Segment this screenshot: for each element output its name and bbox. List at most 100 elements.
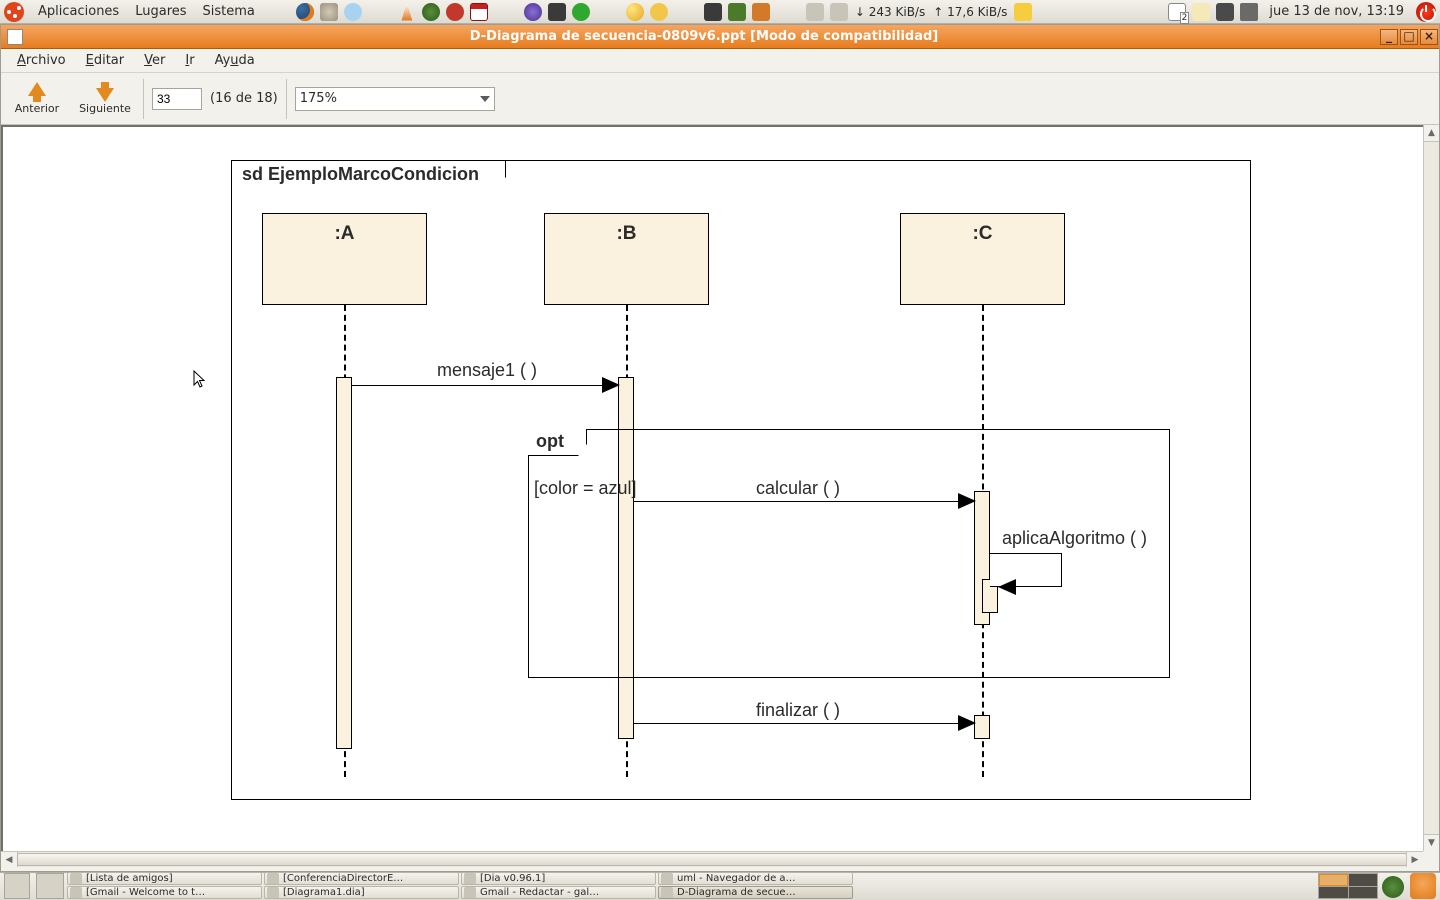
sd-frame: sd EjemploMarcoCondicion :A :B :C men	[231, 160, 1251, 800]
tomboy-icon[interactable]	[1192, 3, 1210, 21]
mail-badge: 2	[1180, 12, 1190, 24]
window-list-icon[interactable]	[36, 873, 64, 899]
mail-icon[interactable]: 2	[1168, 3, 1186, 21]
prev-page-button[interactable]: Anterior	[7, 75, 67, 123]
skype-icon[interactable]	[572, 3, 590, 21]
close-button[interactable]: ×	[1420, 29, 1438, 45]
evolution-icon[interactable]	[320, 3, 338, 21]
media-icon[interactable]	[548, 3, 566, 21]
menu-editar[interactable]: Editar	[76, 49, 135, 73]
menu-ver[interactable]: Ver	[134, 49, 175, 73]
next-page-button[interactable]: Siguiente	[75, 75, 135, 123]
msg1-line	[352, 385, 604, 386]
help-icon[interactable]	[344, 3, 362, 21]
workspace-2[interactable]	[1349, 874, 1378, 886]
msg-algo-label: aplicaAlgoritmo ( )	[1002, 529, 1147, 547]
activation-a	[336, 377, 352, 749]
vlc-icon[interactable]	[398, 3, 416, 21]
task-gmail-redactar[interactable]: Gmail - Redactar - gal…	[461, 886, 656, 899]
lifeline-head-b: :B	[544, 213, 709, 305]
opt-guard: [color = azul]	[534, 479, 637, 497]
network-icon[interactable]	[1216, 3, 1234, 21]
task-diagrama1[interactable]: [Diagrama1.dia]	[264, 886, 459, 899]
maximize-button[interactable]: □	[1400, 29, 1418, 45]
task-conferencia[interactable]: [ConferenciaDirectorE…	[264, 872, 459, 885]
sysmon2-icon[interactable]	[728, 3, 746, 21]
gnome-top-panel: Aplicaciones Lugares Sistema ↓ 243 KiB/s…	[0, 0, 1440, 24]
menu-aplicaciones[interactable]: Aplicaciones	[30, 0, 127, 24]
show-desktop-button[interactable]	[4, 873, 30, 899]
menu-archivo[interactable]: Archivo	[7, 49, 76, 73]
lifeline-head-c: :C	[900, 213, 1065, 305]
page-counter: (16 de 18)	[210, 91, 278, 106]
zoom-value: 175%	[300, 91, 337, 106]
msg-fin-label: finalizar ( )	[756, 701, 840, 719]
clock-alt-icon[interactable]	[650, 3, 668, 21]
app-menubar: Archivo Editar Ver Ir Ayuda	[1, 49, 1439, 73]
rhythmbox-icon[interactable]	[446, 3, 464, 21]
msg-calc-arrow-icon	[958, 493, 976, 509]
task-gmail-welcome[interactable]: [Gmail - Welcome to t…	[67, 886, 262, 899]
msg-fin-arrow-icon	[958, 715, 976, 731]
menu-ayuda[interactable]: Ayuda	[205, 49, 265, 73]
workspace-1[interactable]	[1319, 874, 1348, 886]
msg-calc-line	[634, 501, 960, 502]
horizontal-scrollbar[interactable]	[1, 851, 1423, 867]
minimize-button[interactable]: _	[1380, 29, 1398, 45]
opt-fragment: opt	[528, 429, 1170, 678]
vertical-scrollbar[interactable]	[1423, 125, 1439, 851]
msg-fin-line	[634, 723, 960, 724]
lifeline-head-a: :A	[262, 213, 427, 305]
pidgin-icon[interactable]	[524, 3, 542, 21]
update-icon[interactable]	[752, 3, 770, 21]
gnome-bottom-panel: [Lista de amigos] [ConferenciaDirectorE……	[0, 872, 1440, 900]
network-applet-icon[interactable]	[1382, 876, 1404, 898]
chevron-down-icon	[480, 96, 490, 102]
window-title: D-Diagrama de secuencia-0809v6.ppt [Modo…	[29, 29, 1379, 44]
sysmon-icon[interactable]	[704, 3, 722, 21]
document-viewport[interactable]: sd EjemploMarcoCondicion :A :B :C men	[1, 125, 1423, 851]
logout-button[interactable]	[1416, 2, 1436, 22]
zoom-select[interactable]: 175%	[295, 87, 495, 111]
evince-window: D-Diagrama de secuencia-0809v6.ppt [Modo…	[0, 24, 1440, 872]
workspace-3[interactable]	[1319, 887, 1348, 899]
amule-icon[interactable]	[422, 3, 440, 21]
task-lista-amigos[interactable]: [Lista de amigos]	[67, 872, 262, 885]
arrow-down-icon	[96, 88, 114, 102]
next-label: Siguiente	[79, 102, 131, 115]
weather-icon[interactable]	[626, 3, 644, 21]
prev-label: Anterior	[15, 102, 59, 115]
disk-icon[interactable]	[830, 3, 848, 21]
window-titlebar[interactable]: D-Diagrama de secuencia-0809v6.ppt [Modo…	[1, 25, 1439, 49]
ubuntu-logo-icon[interactable]	[4, 2, 24, 22]
menu-lugares[interactable]: Lugares	[127, 0, 194, 24]
volume-icon[interactable]	[1240, 3, 1258, 21]
opt-label: opt	[528, 429, 587, 456]
horizontal-scrollbar-thumb[interactable]	[17, 853, 1407, 866]
task-dia[interactable]: [Dia v0.96.1]	[461, 872, 656, 885]
msg-calc-label: calcular ( )	[756, 479, 840, 497]
page-number-input[interactable]	[152, 88, 202, 110]
calendar-icon[interactable]	[470, 3, 488, 21]
temp-icon[interactable]	[806, 3, 824, 21]
task-list: [Lista de amigos] [ConferenciaDirectorE……	[66, 872, 1316, 900]
trash-icon[interactable]	[1410, 873, 1436, 899]
sd-frame-label: sd EjemploMarcoCondicion	[231, 160, 506, 189]
app-toolbar: Anterior Siguiente (16 de 18) 175%	[1, 73, 1439, 125]
firefox-icon[interactable]	[296, 3, 314, 21]
task-d-diagrama[interactable]: D-Diagrama de secue…	[658, 886, 853, 899]
battery-icon[interactable]	[1014, 3, 1032, 21]
menu-sistema[interactable]: Sistema	[195, 0, 263, 24]
task-uml-navegador[interactable]: uml - Navegador de a…	[658, 872, 853, 885]
document-icon	[7, 29, 23, 45]
self-call-arrow-icon	[998, 579, 1016, 595]
workspace-4[interactable]	[1349, 887, 1378, 899]
msg1-label: mensaje1 ( )	[437, 361, 537, 379]
menu-ir[interactable]: Ir	[175, 49, 204, 73]
arrow-up-icon	[28, 82, 46, 96]
msg1-arrow-icon	[602, 377, 620, 393]
slide-page: sd EjemploMarcoCondicion :A :B :C men	[9, 133, 1407, 833]
workspace-switcher[interactable]	[1318, 873, 1378, 899]
clock-text[interactable]: jue 13 de nov, 13:19	[1261, 4, 1412, 19]
activation-c2	[974, 715, 990, 739]
